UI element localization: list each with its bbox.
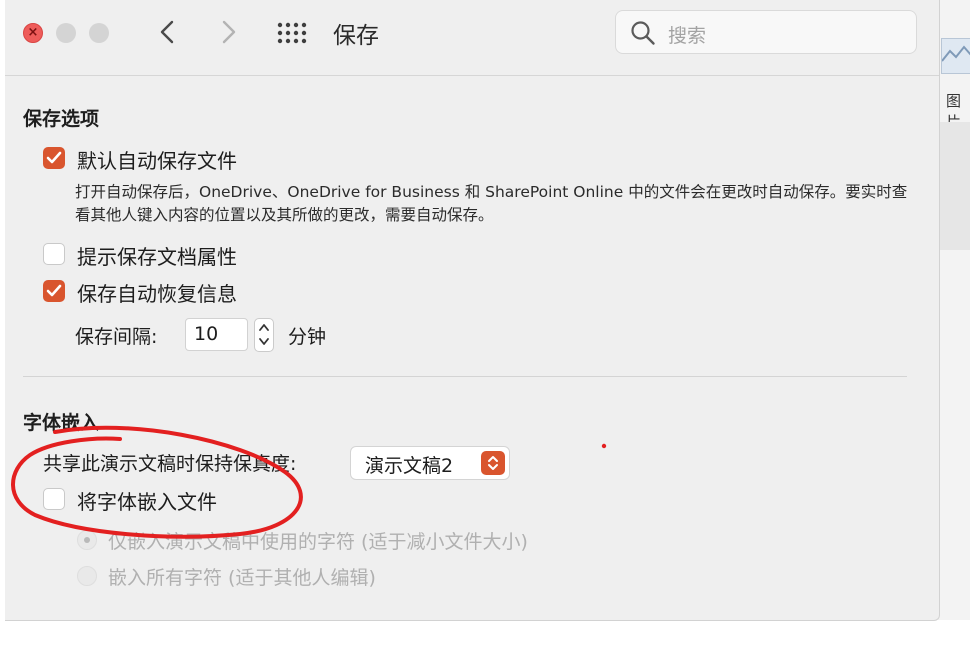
section-divider xyxy=(23,376,907,377)
fidelity-label: 共享此演示文稿时保持保真度: xyxy=(43,453,297,475)
search-icon xyxy=(631,21,655,45)
embed-used-chars-label: 仅嵌入演示文稿中使用的字符 (适于减小文件大小) xyxy=(108,531,528,553)
autosave-checkbox[interactable] xyxy=(43,147,65,169)
prompt-properties-checkbox[interactable] xyxy=(43,243,65,265)
close-icon: × xyxy=(27,25,39,40)
window-title: 保存 xyxy=(333,23,379,49)
checkmark-icon xyxy=(46,284,62,297)
preferences-window: × 保存 搜索 保存选项 默认自动保存文件 打开自动保存后，OneDrive、O… xyxy=(5,0,940,621)
minimize-button[interactable] xyxy=(56,23,76,43)
embed-fonts-label: 将字体嵌入文件 xyxy=(77,490,217,514)
chevron-left-icon xyxy=(160,20,174,44)
background-document: 图片 xyxy=(938,0,970,620)
window-toolbar: × 保存 搜索 xyxy=(5,0,939,76)
back-button[interactable] xyxy=(153,14,183,50)
save-options-heading: 保存选项 xyxy=(23,108,100,130)
slide-thumbnail xyxy=(941,38,970,74)
interval-input[interactable]: 10 xyxy=(185,318,248,351)
background-strip xyxy=(938,122,970,250)
fidelity-select[interactable]: 演示文稿2 xyxy=(350,446,510,480)
embed-all-chars-label: 嵌入所有字符 (适于其他人编辑) xyxy=(108,567,376,589)
search-placeholder: 搜索 xyxy=(668,25,707,47)
chevron-right-icon xyxy=(222,20,236,44)
show-all-button[interactable] xyxy=(277,22,309,44)
prompt-properties-label: 提示保存文档属性 xyxy=(77,245,237,269)
checkmark-icon xyxy=(46,151,62,164)
fidelity-select-value: 演示文稿2 xyxy=(365,455,454,477)
interval-unit: 分钟 xyxy=(288,326,327,348)
embed-fonts-checkbox[interactable] xyxy=(43,488,65,510)
chevron-up-icon xyxy=(259,324,269,331)
chevron-down-icon xyxy=(259,338,269,345)
autorecover-checkbox[interactable] xyxy=(43,280,65,302)
updown-chevron-icon xyxy=(481,451,505,475)
embed-all-chars-radio[interactable] xyxy=(77,566,97,586)
zoom-button[interactable] xyxy=(89,23,109,43)
autorecover-label: 保存自动恢复信息 xyxy=(77,282,237,306)
autosave-description: 打开自动保存后，OneDrive、OneDrive for Business 和… xyxy=(75,183,908,224)
interval-label: 保存间隔: xyxy=(75,326,158,348)
forward-button[interactable] xyxy=(213,14,243,50)
interval-stepper[interactable] xyxy=(254,318,274,352)
grid-icon xyxy=(277,22,307,44)
search-field[interactable]: 搜索 xyxy=(615,10,917,54)
autosave-label: 默认自动保存文件 xyxy=(77,149,237,173)
embed-used-chars-radio[interactable] xyxy=(77,530,97,550)
close-button[interactable]: × xyxy=(23,23,43,43)
font-embedding-heading: 字体嵌入 xyxy=(23,412,100,434)
